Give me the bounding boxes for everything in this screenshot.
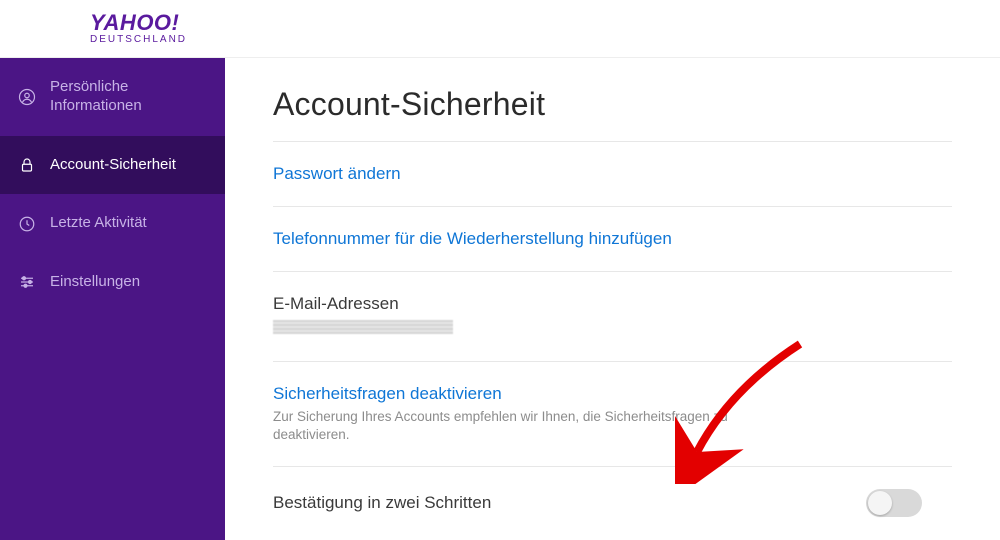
section-email-addresses: E-Mail-Adressen bbox=[273, 271, 952, 361]
sliders-icon bbox=[18, 273, 36, 291]
security-questions-desc: Zur Sicherung Ihres Accounts empfehlen w… bbox=[273, 408, 793, 444]
brand-name: YAHOO! bbox=[90, 12, 187, 34]
sidebar-item-label: Account-Sicherheit bbox=[50, 156, 176, 175]
section-security-questions: Sicherheitsfragen deaktivieren Zur Siche… bbox=[273, 361, 952, 466]
two-step-toggle[interactable] bbox=[866, 489, 922, 517]
page-title: Account-Sicherheit bbox=[273, 86, 952, 123]
email-value-redacted bbox=[273, 320, 453, 334]
email-addresses-label: E-Mail-Adressen bbox=[273, 294, 952, 314]
lock-icon bbox=[18, 156, 36, 174]
sidebar-item-account-security[interactable]: Account-Sicherheit bbox=[0, 136, 225, 195]
sidebar: Persönliche Informationen Account-Sicher… bbox=[0, 58, 225, 540]
sidebar-item-personal-info[interactable]: Persönliche Informationen bbox=[0, 58, 225, 136]
clock-icon bbox=[18, 215, 36, 233]
user-circle-icon bbox=[18, 88, 36, 106]
sidebar-item-label: Persönliche Informationen bbox=[50, 78, 207, 116]
two-step-label: Bestätigung in zwei Schritten bbox=[273, 493, 491, 513]
section-add-phone: Telefonnummer für die Wiederherstellung … bbox=[273, 206, 952, 271]
section-two-step: Bestätigung in zwei Schritten bbox=[273, 466, 952, 539]
add-recovery-phone-link[interactable]: Telefonnummer für die Wiederherstellung … bbox=[273, 229, 672, 248]
brand-logo[interactable]: YAHOO! DEUTSCHLAND bbox=[90, 12, 187, 45]
brand-region: DEUTSCHLAND bbox=[90, 35, 187, 45]
sidebar-item-recent-activity[interactable]: Letzte Aktivität bbox=[0, 194, 225, 253]
section-change-password: Passwort ändern bbox=[273, 141, 952, 206]
topbar: YAHOO! DEUTSCHLAND bbox=[0, 0, 1000, 58]
sidebar-item-label: Letzte Aktivität bbox=[50, 214, 147, 233]
sidebar-item-settings[interactable]: Einstellungen bbox=[0, 253, 225, 312]
sidebar-item-label: Einstellungen bbox=[50, 273, 140, 292]
disable-security-questions-link[interactable]: Sicherheitsfragen deaktivieren bbox=[273, 384, 502, 403]
change-password-link[interactable]: Passwort ändern bbox=[273, 164, 401, 183]
main-content: Account-Sicherheit Passwort ändern Telef… bbox=[225, 58, 1000, 540]
